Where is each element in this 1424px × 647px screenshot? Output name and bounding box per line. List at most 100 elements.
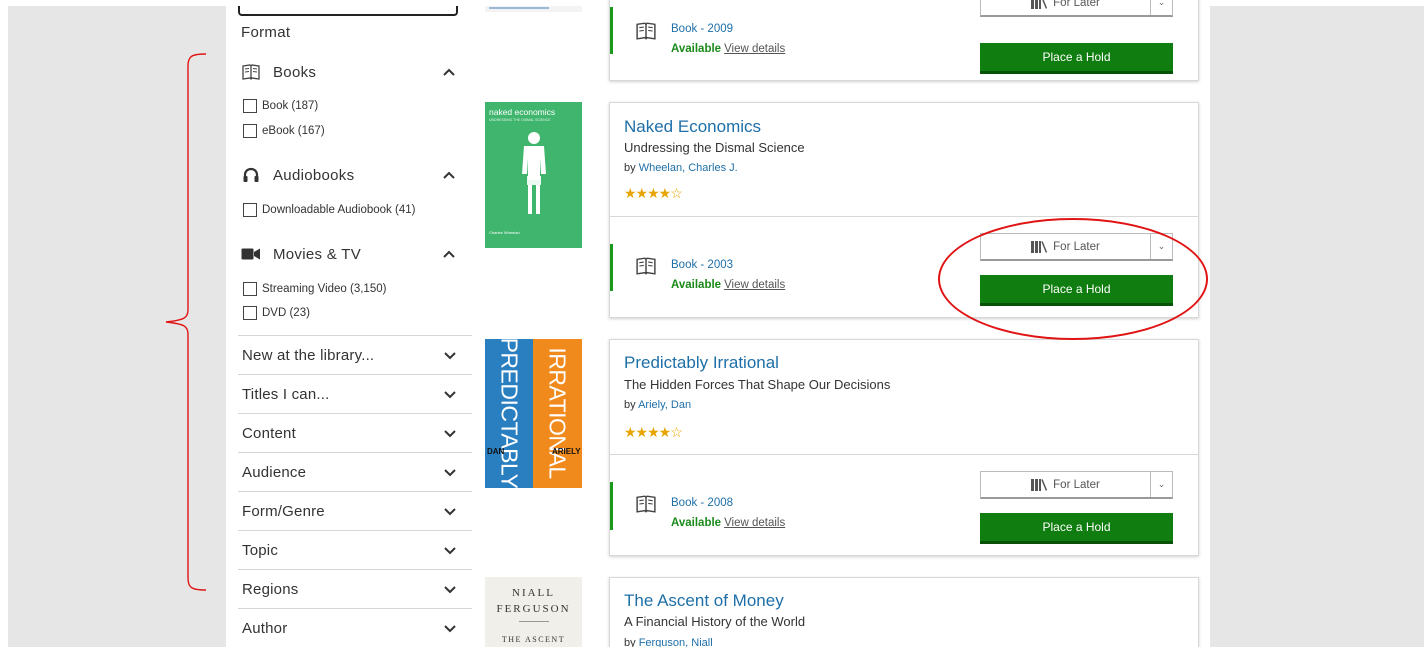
search-box-edge[interactable] bbox=[238, 6, 458, 16]
filter-group-audiobooks[interactable]: Audiobooks bbox=[241, 163, 461, 187]
format-heading: Format bbox=[241, 24, 291, 41]
annotation-circle bbox=[938, 218, 1208, 340]
book-author-line: by Wheelan, Charles J. bbox=[624, 162, 738, 174]
checkbox[interactable] bbox=[243, 99, 257, 113]
book-subtitle: Undressing the Dismal Science bbox=[624, 140, 805, 155]
book-cover-ascent-of-money[interactable]: NIALL FERGUSON THE ASCENT bbox=[485, 577, 582, 647]
book-subtitle: The Hidden Forces That Shape Our Decisio… bbox=[624, 377, 891, 392]
accordion-regions[interactable]: Regions bbox=[238, 569, 472, 608]
format-link[interactable]: Book - 2003 bbox=[671, 259, 733, 271]
accordion-titles-i-can[interactable]: Titles I can... bbox=[238, 374, 472, 413]
filter-option-book[interactable]: Book (187) bbox=[243, 98, 318, 114]
filter-option-downloadable-audiobook[interactable]: Downloadable Audiobook (41) bbox=[243, 202, 415, 218]
accordion-label: Regions bbox=[242, 580, 299, 598]
star-rating: ★★★★☆ bbox=[624, 185, 683, 201]
availability-bar bbox=[610, 482, 613, 530]
book-title-link[interactable]: The Ascent of Money bbox=[624, 591, 784, 611]
for-later-main[interactable]: For Later bbox=[981, 478, 1150, 491]
filter-option-dvd[interactable]: DVD (23) bbox=[243, 305, 310, 321]
chevron-down-icon[interactable]: ⌄ bbox=[1150, 472, 1172, 497]
accordion-audience[interactable]: Audience bbox=[238, 452, 472, 491]
author-link[interactable]: Ferguson, Niall bbox=[639, 637, 713, 647]
cover-line-3: THE ASCENT bbox=[501, 635, 566, 644]
for-later-label: For Later bbox=[1053, 0, 1100, 9]
chevron-up-icon[interactable] bbox=[441, 167, 457, 183]
checkbox[interactable] bbox=[243, 124, 257, 138]
chevron-down-icon bbox=[444, 391, 456, 399]
checkbox[interactable] bbox=[243, 282, 257, 296]
accordion-author[interactable]: Author bbox=[238, 608, 472, 647]
filter-group-title: Audiobooks bbox=[273, 166, 355, 184]
accordion-topic[interactable]: Topic bbox=[238, 530, 472, 569]
book-cover-partial[interactable] bbox=[485, 6, 582, 12]
checkbox-label: Downloadable Audiobook (41) bbox=[262, 204, 416, 216]
view-details-link[interactable]: View details bbox=[724, 279, 785, 291]
page-margin bbox=[0, 0, 8, 647]
book-icon bbox=[636, 257, 656, 275]
cover-word-predictably: PREDICTABLY bbox=[496, 339, 523, 488]
filter-option-ebook[interactable]: eBook (167) bbox=[243, 123, 325, 139]
cover-title: naked economics bbox=[489, 107, 556, 117]
accordion-new-at-library[interactable]: New at the library... bbox=[238, 335, 472, 374]
place-hold-button[interactable]: Place a Hold bbox=[980, 43, 1173, 74]
accordion-label: Author bbox=[242, 619, 288, 637]
chevron-down-icon bbox=[444, 469, 456, 477]
filter-group-books[interactable]: Books bbox=[241, 60, 461, 84]
card-divider bbox=[610, 454, 1198, 455]
book-subtitle: A Financial History of the World bbox=[624, 614, 806, 629]
checkbox[interactable] bbox=[243, 203, 257, 217]
shelf-icon bbox=[1031, 478, 1048, 491]
available-label: Available bbox=[671, 43, 722, 55]
cover-rule bbox=[519, 621, 549, 622]
available-label: Available bbox=[671, 517, 722, 529]
book-icon bbox=[241, 62, 261, 82]
filter-option-streaming-video[interactable]: Streaming Video (3,150) bbox=[243, 281, 386, 297]
cover-tagline: UNDRESSING THE DISMAL SCIENCE bbox=[489, 118, 551, 122]
result-card: Predictably Irrational The Hidden Forces… bbox=[609, 339, 1199, 556]
star-rating: ★★★★☆ bbox=[624, 424, 683, 440]
accordion-label: Form/Genre bbox=[242, 502, 325, 520]
for-later-main[interactable]: For Later bbox=[981, 0, 1150, 9]
availability-bar bbox=[610, 7, 613, 54]
for-later-label: For Later bbox=[1053, 478, 1100, 491]
filter-sidebar: Format Books Book (187) eBook (167) Audi… bbox=[226, 6, 472, 647]
format-link[interactable]: Book - 2008 bbox=[671, 497, 733, 509]
result-card: Book - 2009 Available View details For La… bbox=[609, 0, 1199, 81]
view-details-link[interactable]: View details bbox=[724, 43, 785, 55]
accordion-content[interactable]: Content bbox=[238, 413, 472, 452]
book-cover-predictably-irrational[interactable]: PREDICTABLY IRRATIONAL DAN ARIELY bbox=[485, 339, 582, 488]
availability-bar bbox=[610, 244, 613, 291]
author-link[interactable]: Wheelan, Charles J. bbox=[639, 162, 738, 174]
accordion-label: Audience bbox=[242, 463, 307, 481]
accordion-form-genre[interactable]: Form/Genre bbox=[238, 491, 472, 530]
checkbox[interactable] bbox=[243, 306, 257, 320]
for-later-button[interactable]: For Later ⌄ bbox=[980, 471, 1173, 499]
accordion-label: Topic bbox=[242, 541, 279, 559]
card-divider bbox=[610, 216, 1198, 217]
author-link[interactable]: Ariely, Dan bbox=[638, 399, 691, 411]
checkbox-label: DVD (23) bbox=[262, 307, 310, 319]
headphones-icon bbox=[241, 165, 261, 185]
page-background-right bbox=[1210, 6, 1424, 647]
availability-status: Available View details bbox=[671, 279, 785, 291]
chevron-up-icon[interactable] bbox=[441, 246, 457, 262]
chevron-down-icon bbox=[444, 547, 456, 555]
view-details-link[interactable]: View details bbox=[724, 517, 785, 529]
format-link[interactable]: Book - 2009 bbox=[671, 23, 733, 35]
cover-author-last: ARIELY bbox=[552, 447, 581, 456]
book-author-line: by Ferguson, Niall bbox=[624, 637, 713, 647]
filter-group-title: Books bbox=[273, 63, 317, 81]
book-cover-naked-economics[interactable]: naked economics UNDRESSING THE DISMAL SC… bbox=[485, 102, 582, 248]
chevron-down-icon[interactable]: ⌄ bbox=[1150, 0, 1172, 15]
cover-word-irrational: IRRATIONAL bbox=[544, 347, 571, 479]
cover-author-first: DAN bbox=[487, 447, 505, 456]
for-later-button[interactable]: For Later ⌄ bbox=[980, 0, 1173, 17]
checkbox-label: Streaming Video (3,150) bbox=[262, 283, 387, 295]
place-hold-button[interactable]: Place a Hold bbox=[980, 513, 1173, 544]
book-icon bbox=[636, 495, 656, 513]
book-title-link[interactable]: Predictably Irrational bbox=[624, 353, 779, 373]
book-title-link[interactable]: Naked Economics bbox=[624, 117, 761, 137]
cover-figure bbox=[522, 132, 546, 214]
chevron-up-icon[interactable] bbox=[441, 64, 457, 80]
filter-group-movies-tv[interactable]: Movies & TV bbox=[241, 242, 461, 266]
